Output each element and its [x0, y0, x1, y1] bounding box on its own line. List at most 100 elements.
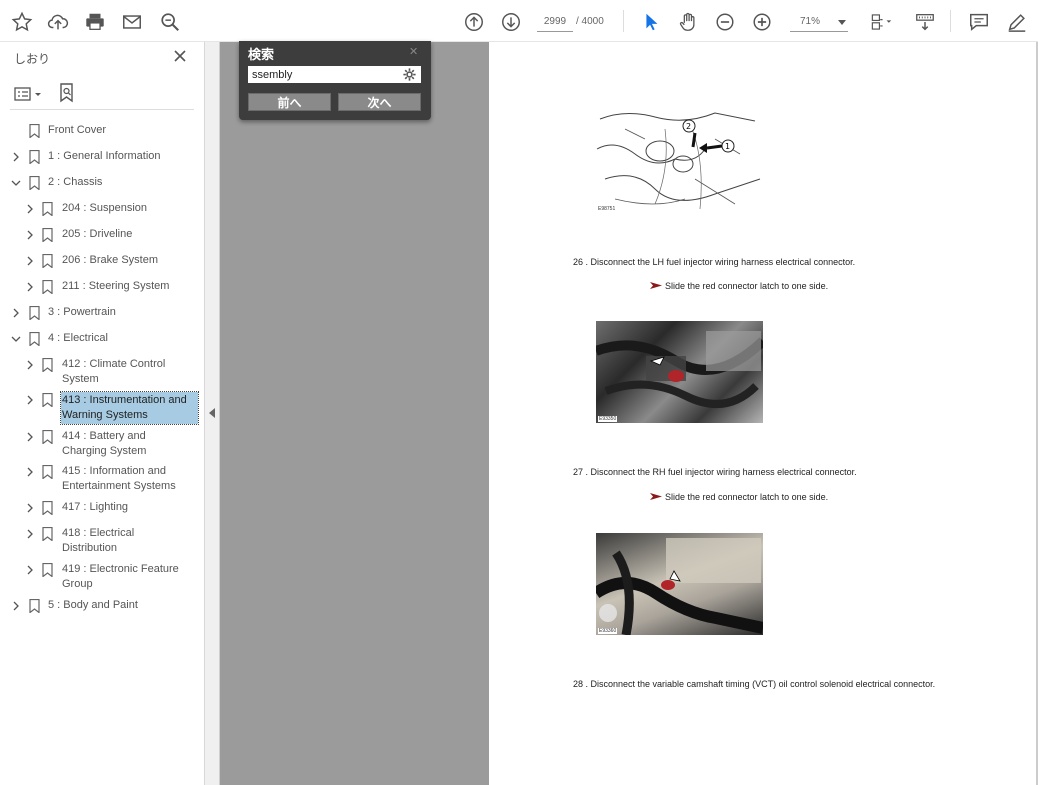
chevron-right-icon[interactable] — [11, 601, 21, 611]
page-number-input[interactable] — [537, 12, 573, 32]
next-page-icon[interactable] — [498, 9, 524, 35]
figure-code: E98751 — [597, 206, 617, 212]
search-zoom-icon[interactable] — [157, 9, 183, 35]
cloud-upload-icon[interactable] — [45, 9, 71, 35]
bookmark-brake-system[interactable]: 206 : Brake System — [0, 253, 204, 269]
chevron-right-icon[interactable] — [25, 282, 35, 292]
main-toolbar: / 4000 71% — [0, 0, 1038, 42]
bookmark-electrical-distribution[interactable]: 418 : Electrical Distribution — [0, 526, 204, 558]
bookmark-icon — [42, 393, 53, 407]
find-next-button[interactable]: 次へ — [338, 93, 421, 111]
document-page: 2 1 E98751 26 . Disconnect the LH fuel i… — [489, 42, 1038, 785]
chevron-right-icon[interactable] — [25, 467, 35, 477]
bookmark-label: 211 : Steering System — [62, 280, 170, 292]
bookmark-steering-system[interactable]: 211 : Steering System — [0, 279, 204, 295]
note-2: Slide the red connector latch to one sid… — [650, 492, 828, 502]
note-text: Slide the red connector latch to one sid… — [665, 281, 829, 291]
bookmark-lighting[interactable]: 417 : Lighting — [0, 500, 204, 516]
chevron-right-icon[interactable] — [25, 432, 35, 442]
toolbar-divider — [950, 10, 951, 32]
bookmark-body-paint[interactable]: 5 : Body and Paint — [0, 598, 204, 614]
zoom-value: 71% — [800, 16, 821, 27]
zoom-select[interactable]: 71% — [790, 12, 848, 32]
chevron-down-icon — [838, 20, 846, 25]
toolbar-divider — [623, 10, 624, 32]
previous-page-icon[interactable] — [461, 9, 487, 35]
bookmarks-panel: しおり Front Cover 1 : General Information … — [0, 42, 205, 785]
page-display-icon[interactable] — [865, 9, 897, 35]
bookmark-instrumentation[interactable]: 413 : Instrumentation and Warning System… — [0, 391, 204, 425]
bookmark-label: 415 : Information and Entertainment Syst… — [62, 465, 176, 492]
zoom-out-icon[interactable] — [712, 9, 738, 35]
chevron-right-icon[interactable] — [25, 395, 35, 405]
find-input[interactable] — [248, 66, 421, 83]
gear-icon[interactable] — [403, 68, 416, 81]
bookmark-front-cover[interactable]: Front Cover — [0, 123, 204, 139]
bookmark-tools — [10, 80, 194, 110]
collapse-panel-icon[interactable] — [209, 408, 215, 418]
note-1: Slide the red connector latch to one sid… — [650, 281, 828, 291]
bookmark-icon — [29, 176, 40, 190]
figure-photo-lh-injector: E93350 — [596, 321, 763, 423]
zoom-in-icon[interactable] — [749, 9, 775, 35]
note-text: Slide the red connector latch to one sid… — [665, 492, 829, 502]
find-title: 検索 — [248, 47, 275, 62]
chevron-right-icon[interactable] — [25, 230, 35, 240]
bookmark-label: 5 : Body and Paint — [48, 599, 138, 611]
bookmark-icon — [42, 465, 53, 479]
email-icon[interactable] — [119, 9, 145, 35]
chevron-right-icon[interactable] — [25, 204, 35, 214]
bookmark-battery-charging[interactable]: 414 : Battery and Charging System — [0, 429, 204, 461]
find-popup: 検索 ✕ 前へ 次へ — [239, 41, 431, 120]
chevron-right-icon[interactable] — [25, 565, 35, 575]
bookmark-label: 2 : Chassis — [48, 176, 103, 188]
chevron-right-icon[interactable] — [25, 529, 35, 539]
chevron-down-icon[interactable] — [11, 178, 21, 188]
print-icon[interactable] — [82, 9, 108, 35]
bookmark-label: 419 : Electronic Feature Group — [62, 563, 179, 590]
select-cursor-icon[interactable] — [638, 9, 664, 35]
bookmark-icon — [29, 332, 40, 346]
bookmark-label: Front Cover — [48, 124, 107, 136]
bookmark-icon — [29, 124, 40, 138]
bookmark-label: 205 : Driveline — [62, 228, 133, 240]
bookmark-search-icon[interactable] — [58, 83, 76, 103]
bookmark-suspension[interactable]: 204 : Suspension — [0, 201, 204, 217]
bookmark-climate-control[interactable]: 412 : Climate Control System — [0, 357, 204, 389]
scroll-mode-icon[interactable] — [912, 9, 938, 35]
chevron-right-icon[interactable] — [11, 152, 21, 162]
bookmark-powertrain[interactable]: 3 : Powertrain — [0, 305, 204, 321]
panel-splitter[interactable] — [205, 42, 220, 785]
bookmark-icon — [42, 358, 53, 372]
bookmark-icon — [29, 306, 40, 320]
step-27: 27 . Disconnect the RH fuel injector wir… — [573, 467, 857, 477]
bookmark-icon — [42, 280, 53, 294]
chevron-right-icon[interactable] — [11, 308, 21, 318]
bookmark-information-entertainment[interactable]: 415 : Information and Entertainment Syst… — [0, 464, 204, 496]
chevron-right-icon[interactable] — [25, 360, 35, 370]
chevron-down-icon[interactable] — [11, 334, 21, 344]
bookmark-icon — [29, 150, 40, 164]
bookmark-label: 1 : General Information — [48, 150, 161, 162]
panel-title: しおり — [14, 52, 51, 66]
find-prev-button[interactable]: 前へ — [248, 93, 331, 111]
chevron-right-icon[interactable] — [25, 256, 35, 266]
bookmark-electronic-feature-group[interactable]: 419 : Electronic Feature Group — [0, 562, 204, 594]
hand-tool-icon[interactable] — [675, 9, 701, 35]
bookmark-electrical[interactable]: 4 : Electrical — [0, 331, 204, 347]
close-icon[interactable] — [172, 48, 188, 64]
bookmark-label: 417 : Lighting — [62, 501, 129, 513]
bookmark-chassis[interactable]: 2 : Chassis — [0, 175, 204, 191]
bookmark-driveline[interactable]: 205 : Driveline — [0, 227, 204, 243]
bookmark-star-icon[interactable] — [9, 9, 35, 35]
pen-draw-icon[interactable] — [1004, 9, 1030, 35]
close-icon[interactable]: ✕ — [409, 45, 418, 58]
chevron-right-icon[interactable] — [25, 503, 35, 513]
warning-pointer-icon — [650, 282, 662, 289]
warning-pointer-icon — [650, 493, 662, 500]
options-menu-button[interactable] — [14, 85, 44, 103]
comment-icon[interactable] — [966, 9, 992, 35]
bookmark-general-information[interactable]: 1 : General Information — [0, 149, 204, 165]
page-total: / 4000 — [576, 16, 604, 27]
bookmark-icon — [42, 228, 53, 242]
